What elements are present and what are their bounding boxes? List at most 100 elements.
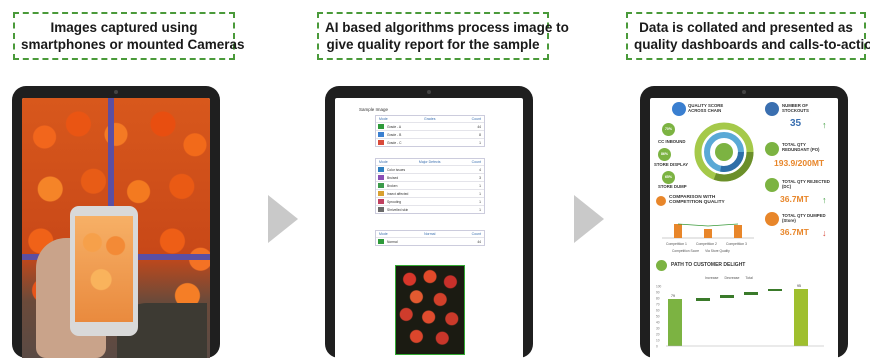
comparison-chart: Competition 1 Competition 2 Competition 3 [662, 223, 754, 246]
table-row: Sprouting 1 [376, 197, 484, 205]
color-swatch [378, 199, 384, 204]
axis-tick: 20 [656, 333, 660, 337]
axis-tick: 80 [656, 297, 660, 301]
search-icon [672, 102, 686, 116]
caption-line: give quality report for the sample [326, 37, 540, 52]
color-swatch [378, 191, 384, 196]
rejected-value: 36.7MT [780, 194, 809, 204]
caption-line: Data is collated and presented as [639, 20, 853, 35]
normal-table: Mode Normal Count Normal 44 [375, 230, 485, 246]
bar-label: 95 [797, 284, 801, 288]
col-header: Mode [379, 117, 388, 121]
caption-line: quality dashboards and calls-to-action [634, 37, 870, 52]
stockout-icon [765, 102, 779, 116]
smartphone [70, 206, 138, 336]
table-row: Broken 1 [376, 181, 484, 189]
camera-dot [742, 90, 746, 94]
chain-badge-cc: 70% [662, 123, 675, 136]
col-header: Mode [379, 232, 388, 236]
row-value: 4 [479, 167, 481, 172]
caption-line: AI based algorithms process image to [325, 20, 569, 35]
color-swatch [378, 239, 384, 244]
row-label: Grade - C [387, 140, 402, 145]
table-row: Grade - B 8 [376, 130, 484, 138]
quality-report: Sample Image Mode Grades Count Grade - A… [335, 98, 523, 358]
row-label: Shrivelled skin [387, 207, 409, 212]
axis-tick: 90 [656, 291, 660, 295]
step-bar [720, 295, 734, 298]
axis-tick: 10 [656, 339, 660, 343]
flow-arrow-right [574, 195, 604, 243]
col-header: Count [471, 232, 481, 236]
row-value: 3 [479, 175, 481, 180]
color-swatch [378, 140, 384, 145]
dumped-label: TOTAL QTY DUMPED (Store) [782, 213, 826, 223]
camera-dot [427, 90, 431, 94]
total-bar [668, 299, 682, 346]
col-header: Major Defects [418, 160, 441, 164]
row-label: Sprouting [387, 199, 402, 204]
caption-process: AI based algorithms process image to giv… [317, 12, 569, 60]
row-value: 44 [477, 239, 481, 244]
dumped-value: 36.7MT [780, 227, 809, 237]
redundant-value: 193.9/200MT [774, 158, 825, 168]
tablet-capture [12, 86, 220, 358]
category-label: Competition 3 [726, 242, 747, 246]
chain-label-display: STORE DISPLAY [654, 162, 689, 167]
col-header: Normal [424, 232, 436, 236]
flow-arrow-right [268, 195, 298, 243]
row-value: 1 [479, 140, 481, 145]
comparison-bar [674, 224, 682, 238]
camera-dot [114, 90, 118, 94]
row-value: 1 [479, 183, 481, 188]
table-row: Insect affected 1 [376, 189, 484, 197]
axis-tick: 100 [656, 285, 662, 289]
sample-image [395, 265, 465, 355]
stockouts-label: NUMBER OF STOCKOUTS [782, 103, 809, 113]
col-header: Count [471, 117, 481, 121]
report-title: Sample Image [359, 107, 389, 112]
comparison-bar [704, 229, 712, 238]
step-bar [744, 292, 758, 295]
chart-icon [656, 196, 666, 206]
table-row: Bruised 3 [376, 173, 484, 181]
color-swatch [378, 183, 384, 188]
axis-tick: 50 [656, 315, 660, 319]
tablet-report: Sample Image Mode Grades Count Grade - A… [325, 86, 533, 358]
color-swatch [378, 132, 384, 137]
row-label: Grade - A [387, 124, 402, 129]
step-bar [696, 298, 710, 301]
row-label: Broken [387, 183, 398, 188]
color-swatch [378, 124, 384, 129]
row-label: Grade - B [387, 132, 402, 137]
truck-icon [765, 178, 779, 192]
table-row: Grade - C 1 [376, 138, 484, 146]
color-swatch [378, 175, 384, 180]
step-bar [768, 289, 782, 291]
path-title: PATH TO CUSTOMER DELIGHT [671, 262, 746, 268]
row-label: Bruised [387, 175, 399, 180]
smartphone-screen [75, 216, 133, 322]
quality-line [677, 223, 739, 227]
comparison-title: COMPARISON WITH COMPETITION QUALITY [669, 195, 725, 205]
tablet-dashboard: QUALITY SCORE ACROSS CHAIN 70% CC INBOUN… [640, 86, 848, 358]
defects-table: Mode Major Defects Count Color issues 4 Br… [375, 158, 485, 214]
row-label: Normal [387, 239, 398, 244]
col-header: Count [471, 160, 481, 164]
bar-label: 79 [671, 294, 675, 298]
bin-icon [765, 212, 779, 226]
category-label: Competition 2 [696, 242, 717, 246]
comparison-legend: Competition Score Via Store Quality [672, 249, 730, 253]
axis-tick: 30 [656, 327, 660, 331]
axis-tick: 0 [656, 345, 658, 349]
rejected-label: TOTAL QTY REJECTED (DC) [782, 179, 830, 189]
row-label: Insect affected [387, 191, 409, 196]
up-arrow-icon: ↑ [822, 120, 827, 130]
axis-tick: 40 [656, 321, 660, 325]
total-bar [794, 289, 808, 346]
legend-item: Increase [705, 276, 719, 280]
caption-line: smartphones or mounted Cameras [21, 37, 245, 52]
row-value: 8 [479, 132, 481, 137]
legend-item: Competition Score [672, 249, 700, 253]
redundant-label: TOTAL QTY REDUNDANT (PO) [782, 142, 820, 152]
